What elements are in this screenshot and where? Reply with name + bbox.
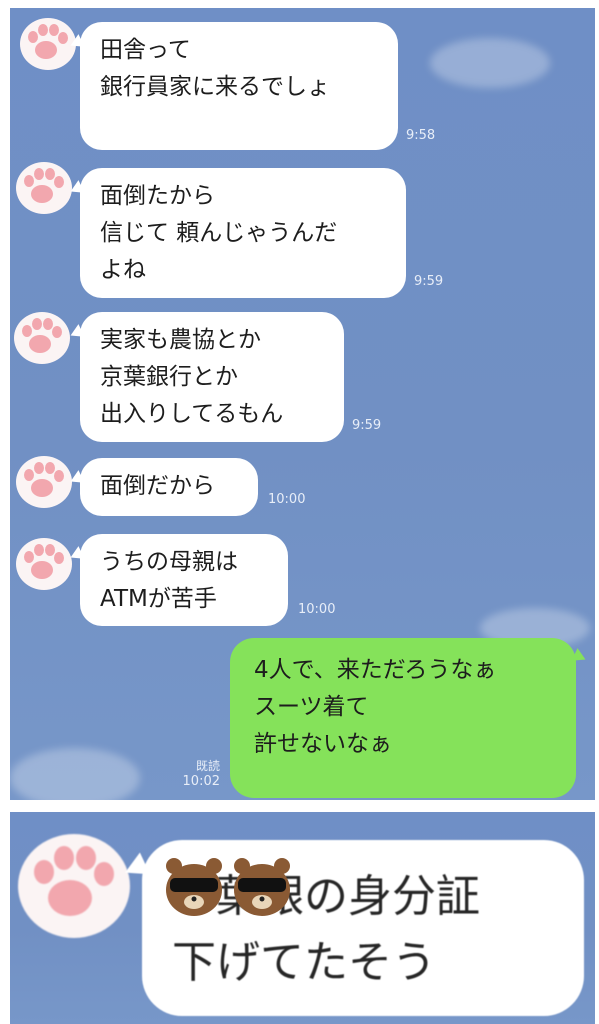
message-text: 銀行員家に来るでしょ: [100, 74, 330, 100]
read-label: 既読: [195, 759, 220, 773]
message-time: 9:59: [352, 418, 382, 433]
message-time: 10:00: [298, 602, 336, 617]
message-bubble[interactable]: 田舎って 銀行員家に来るでしょ: [80, 22, 398, 150]
zoomed-message-text: 下げてたそう: [172, 937, 436, 988]
message-text: よね: [100, 257, 146, 283]
cloud: [430, 38, 550, 88]
message-text: 信じて 頼んじゃうんだ: [100, 220, 338, 246]
message-time: 10:00: [268, 492, 306, 507]
bear-sunglasses-icon: [164, 856, 294, 918]
cat-paw-icon[interactable]: [12, 154, 76, 218]
message-time: 9:58: [406, 128, 436, 143]
message-text: 許せないなぁ: [254, 731, 392, 757]
message-text: 出入りしてるもん: [100, 401, 284, 427]
message-text: 面倒たから: [100, 183, 215, 209]
cat-paw-icon[interactable]: [10, 304, 74, 368]
chat-screen: 田舎って 銀行員家に来るでしょ 9:58 面倒たから 信じて 頼んじゃうんだ よ…: [10, 8, 595, 800]
cat-paw-icon: [10, 818, 138, 946]
message-text: 4人で、来ただろうなぁ: [254, 657, 497, 683]
message-text: ATMが苦手: [100, 586, 217, 612]
message-bubble[interactable]: 面倒だから: [80, 458, 258, 516]
message-text: うちの母親は: [100, 549, 238, 575]
message-bubble[interactable]: 面倒たから 信じて 頼んじゃうんだ よね: [80, 168, 406, 298]
message-text: スーツ着て: [254, 694, 369, 720]
message-text: 面倒だから: [100, 473, 215, 499]
sent-message-bubble[interactable]: 4人で、来ただろうなぁ スーツ着て 許せないなぁ: [230, 638, 576, 798]
message-text: 京葉銀行とか: [100, 364, 238, 390]
read-receipt: 既読 10:02: [160, 758, 220, 790]
message-time: 10:02: [182, 774, 220, 789]
message-bubble[interactable]: 実家も農協とか 京葉銀行とか 出入りしてるもん: [80, 312, 344, 442]
cloud: [10, 748, 140, 800]
message-bubble[interactable]: うちの母親は ATMが苦手: [80, 534, 288, 626]
message-text: 田舎って: [100, 37, 191, 63]
message-time: 9:59: [414, 274, 444, 289]
zoomed-message-panel: 千葉銀の身分証 下げてたそう: [10, 812, 595, 1024]
cat-paw-icon[interactable]: [12, 530, 76, 594]
message-text: 実家も農協とか: [100, 327, 261, 353]
cat-paw-icon[interactable]: [12, 448, 76, 512]
